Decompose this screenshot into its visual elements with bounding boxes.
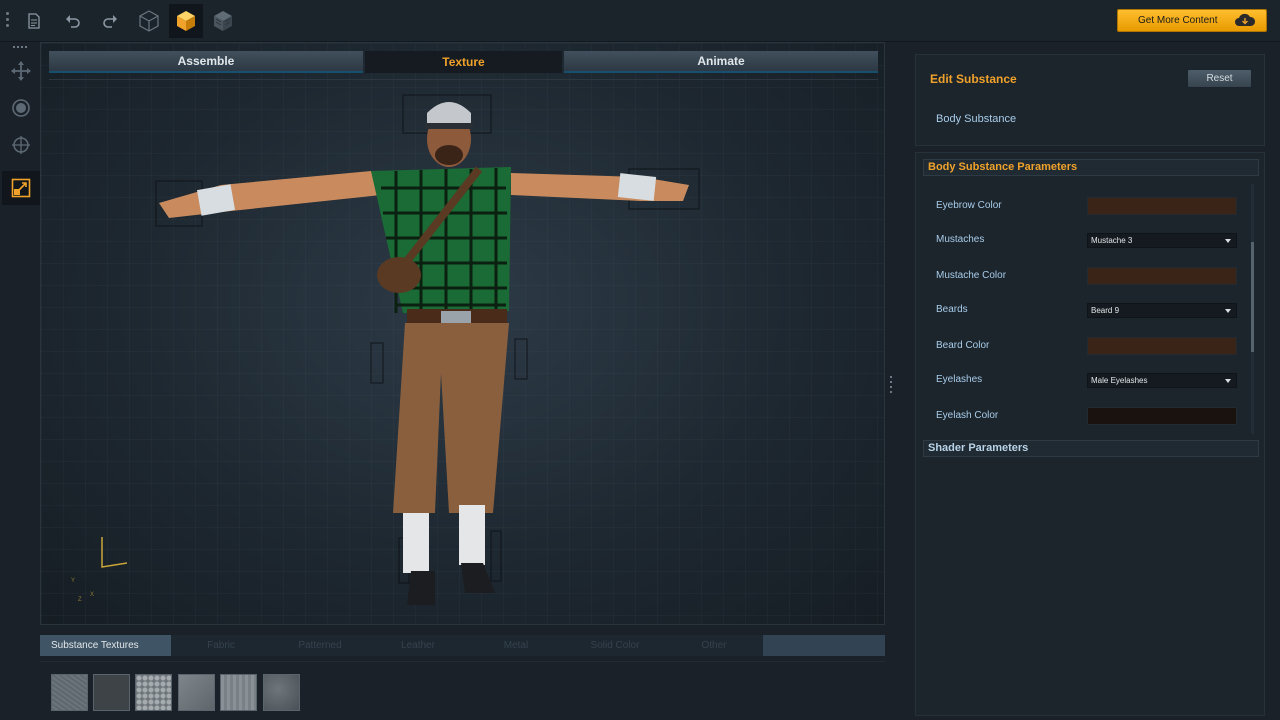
shader-parameters-header[interactable]: Shader Parameters — [923, 440, 1259, 457]
texture-thumbnail[interactable] — [178, 674, 215, 711]
get-more-label: Get More Content — [1138, 15, 1218, 26]
panel-title: Edit Substance — [930, 72, 1017, 86]
tab-patterned[interactable]: Patterned — [271, 635, 369, 656]
body-substance-parameters-header[interactable]: Body Substance Parameters — [923, 159, 1259, 176]
panel-resize-handle[interactable] — [890, 376, 892, 396]
chevron-down-icon — [1225, 309, 1231, 313]
selected-substance[interactable]: Body Substance — [936, 113, 1016, 125]
target-tool-icon[interactable] — [4, 128, 38, 162]
texture-thumbnails — [40, 661, 885, 720]
parameters-box: Body Substance Parameters Eyebrow Color … — [915, 152, 1265, 716]
rotate-tool-icon[interactable] — [4, 91, 38, 125]
tab-leather[interactable]: Leather — [369, 635, 467, 656]
chevron-down-icon — [1225, 239, 1231, 243]
reset-button[interactable]: Reset — [1187, 69, 1252, 88]
tab-fabric[interactable]: Fabric — [171, 635, 271, 656]
param-label: Mustaches — [936, 234, 985, 245]
edit-substance-panel: Edit Substance Reset Body Substance Body… — [915, 54, 1265, 716]
axis-x-label: X — [90, 592, 95, 598]
param-label: Mustache Color — [936, 270, 1007, 281]
beard-color-swatch[interactable] — [1087, 337, 1237, 355]
library-tabs: Substance Textures Fabric Patterned Leat… — [40, 635, 885, 656]
cloud-download-icon — [1234, 13, 1256, 30]
textured-cube-icon[interactable] — [206, 4, 240, 38]
axis-z-label: Z — [78, 597, 82, 603]
axis-y-label: Y — [71, 578, 76, 584]
eyelash-color-swatch[interactable] — [1087, 407, 1237, 425]
param-label: Beard Color — [936, 340, 990, 351]
redo-icon[interactable] — [93, 4, 127, 38]
character-model[interactable] — [41, 43, 884, 624]
beards-dropdown[interactable]: Beard 9 — [1087, 303, 1237, 318]
top-toolbar: Get More Content — [0, 0, 1280, 42]
param-label: Eyelashes — [936, 374, 983, 385]
tab-solid-color[interactable]: Solid Color — [565, 635, 665, 656]
eyelashes-dropdown[interactable]: Male Eyelashes — [1087, 373, 1237, 388]
solid-cube-icon[interactable] — [169, 4, 203, 38]
library-tab-filler — [763, 635, 885, 656]
dropdown-value: Mustache 3 — [1091, 236, 1133, 245]
mustache-color-swatch[interactable] — [1087, 267, 1237, 285]
tab-substance-textures[interactable]: Substance Textures — [40, 635, 171, 656]
chevron-down-icon — [1225, 379, 1231, 383]
param-label: Eyelash Color — [936, 410, 999, 421]
file-icon[interactable] — [17, 4, 51, 38]
dropdown-value: Male Eyelashes — [1091, 376, 1148, 385]
move-tool-icon[interactable] — [4, 54, 38, 88]
palette-grip-icon[interactable] — [13, 46, 27, 48]
left-tool-palette — [0, 42, 40, 720]
axis-gizmo — [101, 537, 128, 568]
wireframe-cube-icon[interactable] — [132, 4, 166, 38]
param-label: Eyebrow Color — [936, 200, 1002, 211]
dropdown-value: Beard 9 — [1091, 306, 1120, 315]
get-more-content-button[interactable]: Get More Content — [1117, 9, 1267, 32]
texture-thumbnail[interactable] — [93, 674, 130, 711]
edit-substance-header: Edit Substance Reset Body Substance — [915, 54, 1265, 146]
params-scrollbar-thumb[interactable] — [1251, 242, 1254, 352]
scale-tool-icon[interactable] — [2, 171, 40, 205]
texture-thumbnail[interactable] — [220, 674, 257, 711]
mustaches-dropdown[interactable]: Mustache 3 — [1087, 233, 1237, 248]
texture-thumbnail[interactable] — [135, 674, 172, 711]
tab-metal[interactable]: Metal — [467, 635, 565, 656]
param-label: Beards — [936, 304, 968, 315]
drag-grip-icon[interactable] — [6, 12, 10, 30]
undo-icon[interactable] — [56, 4, 90, 38]
texture-thumbnail[interactable] — [263, 674, 300, 711]
eyebrow-color-swatch[interactable] — [1087, 197, 1237, 215]
3d-viewport[interactable]: Assemble Texture Animate Y X Z — [40, 42, 885, 625]
texture-thumbnail[interactable] — [51, 674, 88, 711]
tab-other[interactable]: Other — [665, 635, 763, 656]
